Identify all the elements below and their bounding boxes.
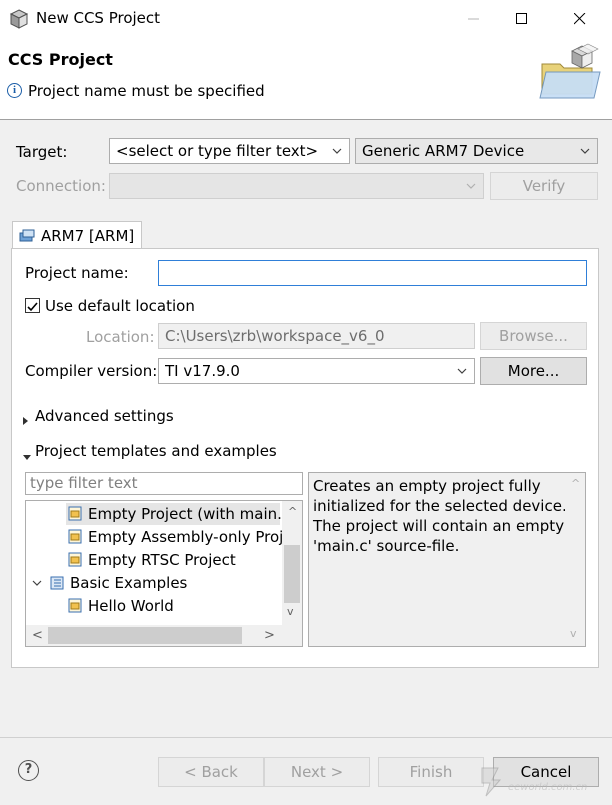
compiler-version-label: Compiler version: bbox=[25, 362, 158, 380]
minimize-button[interactable] bbox=[451, 0, 497, 38]
target-label: Target: bbox=[16, 143, 68, 161]
scroll-down-icon[interactable]: v bbox=[287, 605, 294, 618]
scrollbar-thumb[interactable] bbox=[284, 545, 300, 603]
location-field[interactable]: C:\Users\zrb\workspace_v6_0 bbox=[158, 323, 475, 349]
footer-divider bbox=[0, 737, 612, 738]
tree-item-empty-assembly-project[interactable]: Empty Assembly-only Proj bbox=[68, 526, 283, 548]
template-description-box: Creates an empty project fully initializ… bbox=[308, 472, 586, 647]
browse-button[interactable]: Browse... bbox=[480, 322, 587, 350]
tab-arm7[interactable]: ARM7 [ARM] bbox=[12, 221, 142, 249]
device-combo[interactable]: Generic ARM7 Device bbox=[355, 138, 598, 164]
project-template-icon bbox=[68, 529, 82, 544]
project-template-icon bbox=[68, 598, 82, 613]
tree-horizontal-scrollbar[interactable]: < > bbox=[26, 625, 302, 646]
scrollbar-thumb[interactable] bbox=[48, 627, 242, 644]
tree-item-empty-project[interactable]: Empty Project (with main.c bbox=[68, 503, 290, 525]
tree-item-basic-examples[interactable]: Basic Examples bbox=[32, 572, 187, 594]
project-name-field[interactable] bbox=[158, 260, 587, 286]
expand-arrow-icon[interactable] bbox=[22, 412, 30, 430]
collapse-arrow-icon[interactable] bbox=[22, 448, 32, 466]
target-filter-combo[interactable]: <select or type filter text> bbox=[109, 138, 350, 164]
info-icon: i bbox=[7, 83, 22, 98]
chevron-down-icon bbox=[332, 148, 342, 154]
header-message: Project name must be specified bbox=[28, 82, 265, 100]
project-template-icon bbox=[68, 506, 82, 521]
examples-folder-icon bbox=[50, 576, 64, 590]
device-icon bbox=[19, 229, 35, 241]
next-button[interactable]: Next > bbox=[264, 757, 370, 787]
folder-wizard-icon bbox=[539, 43, 601, 99]
compiler-version-combo[interactable]: TI v17.9.0 bbox=[158, 358, 475, 384]
page-title: CCS Project bbox=[8, 50, 113, 69]
templates-section-toggle[interactable]: Project templates and examples bbox=[35, 442, 277, 460]
chevron-down-icon bbox=[580, 148, 590, 154]
use-default-location-label: Use default location bbox=[45, 297, 195, 315]
help-icon[interactable]: ? bbox=[18, 760, 39, 781]
location-label: Location: bbox=[86, 328, 155, 346]
template-filter-input[interactable]: type filter text bbox=[25, 472, 303, 495]
back-button[interactable]: < Back bbox=[158, 757, 264, 787]
close-icon bbox=[574, 13, 586, 25]
checkmark-icon bbox=[27, 302, 38, 312]
finish-button[interactable]: Finish bbox=[378, 757, 484, 787]
maximize-icon bbox=[516, 13, 527, 24]
project-name-label: Project name: bbox=[25, 264, 129, 282]
wizard-header: CCS Project i Project name must be speci… bbox=[0, 38, 612, 120]
title-bar: New CCS Project bbox=[0, 0, 612, 38]
eeworld-watermark-logo: eeworld.com.cn bbox=[478, 764, 608, 800]
chevron-down-icon bbox=[466, 183, 476, 189]
more-button[interactable]: More... bbox=[480, 357, 587, 385]
chevron-down-icon bbox=[32, 580, 42, 586]
minimize-icon bbox=[468, 18, 479, 20]
scroll-down-icon[interactable]: v bbox=[570, 627, 577, 640]
scroll-left-icon[interactable]: < bbox=[32, 628, 43, 643]
watermark-logo-icon bbox=[481, 767, 502, 797]
verify-button[interactable]: Verify bbox=[490, 172, 598, 200]
connection-combo[interactable] bbox=[109, 173, 484, 199]
template-tree[interactable]: Empty Project (with main.c Empty Assembl… bbox=[25, 500, 303, 647]
window-title: New CCS Project bbox=[36, 9, 161, 27]
scroll-up-icon[interactable]: ^ bbox=[571, 477, 580, 490]
close-button[interactable] bbox=[557, 0, 603, 38]
project-template-icon bbox=[68, 552, 82, 567]
ccs-app-icon bbox=[9, 9, 29, 29]
connection-label: Connection: bbox=[16, 177, 106, 195]
advanced-settings-toggle[interactable]: Advanced settings bbox=[35, 407, 174, 425]
tree-vertical-scrollbar[interactable]: ^ v bbox=[282, 501, 302, 625]
use-default-location-checkbox[interactable] bbox=[25, 298, 40, 313]
scroll-up-icon[interactable]: ^ bbox=[288, 505, 297, 518]
maximize-button[interactable] bbox=[499, 0, 545, 38]
description-scrollbar[interactable]: ^ v bbox=[565, 473, 585, 646]
tree-item-hello-world[interactable]: Hello World bbox=[68, 595, 174, 617]
chevron-down-icon bbox=[457, 368, 467, 374]
scroll-right-icon[interactable]: > bbox=[264, 628, 275, 643]
tree-item-empty-rtsc-project[interactable]: Empty RTSC Project bbox=[68, 549, 236, 571]
template-description: Creates an empty project fully initializ… bbox=[313, 477, 567, 555]
